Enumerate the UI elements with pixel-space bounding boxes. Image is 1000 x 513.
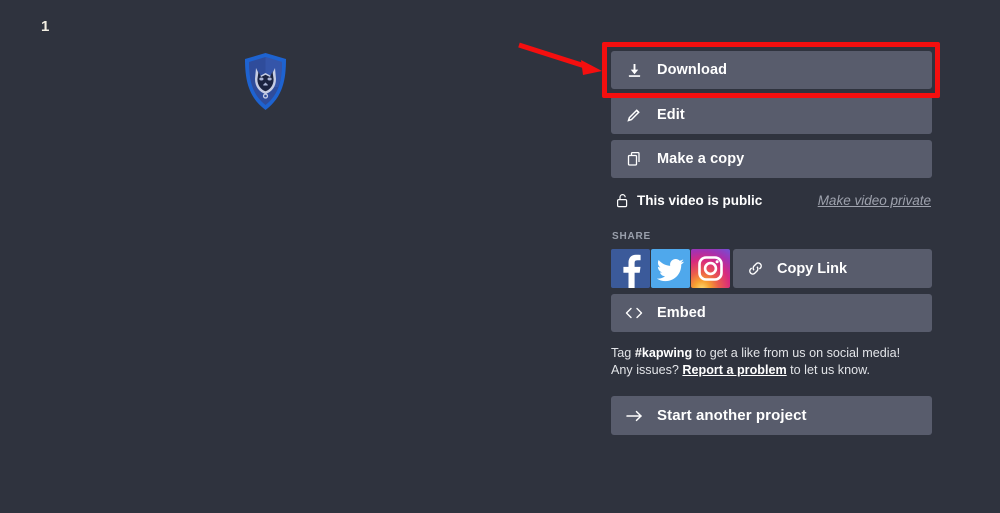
make-a-copy-button[interactable]: Make a copy [611, 140, 932, 178]
instagram-share-button[interactable] [691, 249, 730, 288]
start-another-project-button[interactable]: Start another project [611, 396, 932, 435]
footnote-text: Tag #kapwing to get a like from us on so… [611, 345, 916, 379]
pencil-icon [611, 107, 657, 123]
share-section-label: SHARE [612, 231, 652, 242]
embed-button[interactable]: Embed [611, 294, 932, 332]
visibility-status-text: This video is public [637, 192, 763, 208]
video-preview-area: 1 [0, 0, 600, 513]
wolf-shield-logo [243, 52, 288, 111]
footnote-suffix: to let us know. [786, 363, 870, 377]
edit-button-label: Edit [657, 107, 685, 123]
share-row: Copy Link [611, 249, 932, 288]
video-visibility-row: This video is public Make video private [611, 189, 932, 211]
copy-link-button[interactable]: Copy Link [733, 249, 932, 288]
video-actions-panel: Download Edit Make a copy This video is … [611, 0, 932, 513]
make-video-private-link[interactable]: Make video private [818, 193, 932, 208]
footnote-hashtag: #kapwing [634, 346, 693, 360]
download-button[interactable]: Download [611, 51, 932, 89]
report-a-problem-link[interactable]: Report a problem [682, 363, 786, 377]
slide-number-label: 1 [41, 18, 50, 35]
chain-link-icon [733, 260, 777, 277]
unlocked-padlock-icon [611, 193, 637, 208]
code-brackets-icon [611, 306, 657, 320]
twitter-share-button[interactable] [651, 249, 690, 288]
footnote-prefix: Tag [611, 346, 635, 360]
download-icon [611, 63, 657, 78]
copy-link-button-label: Copy Link [777, 260, 848, 277]
facebook-share-button[interactable] [611, 249, 650, 288]
embed-button-label: Embed [657, 305, 706, 321]
download-button-label: Download [657, 62, 728, 78]
copy-icon [611, 151, 657, 167]
arrow-right-icon [611, 409, 657, 423]
make-a-copy-button-label: Make a copy [657, 151, 745, 167]
edit-button[interactable]: Edit [611, 96, 932, 134]
start-another-project-label: Start another project [657, 407, 807, 424]
